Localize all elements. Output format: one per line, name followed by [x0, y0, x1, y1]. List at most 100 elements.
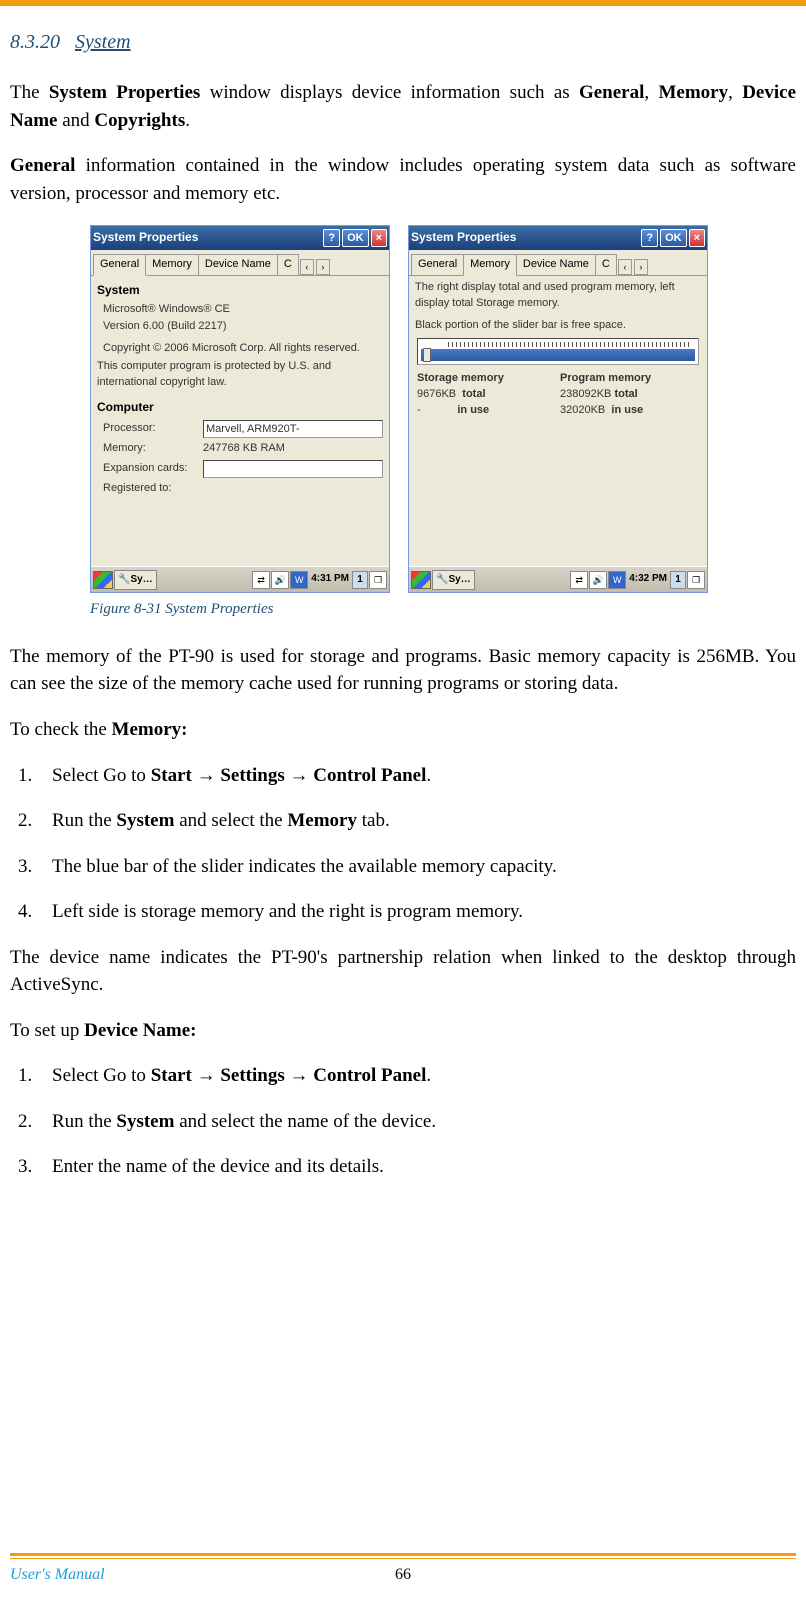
processor-value[interactable]: Marvell, ARM920T- [203, 420, 383, 438]
help-button[interactable]: ? [323, 229, 340, 247]
program-inuse-row: 32020KB in use [560, 403, 699, 419]
taskbar[interactable]: 🔧Sy… ⇄ 🔊 W 4:31 PM 1 ❐ [91, 566, 389, 592]
step-number: 1. [18, 1062, 32, 1090]
text: To set up [10, 1020, 84, 1041]
processor-label: Processor: [103, 421, 203, 437]
inuse-label: in use [611, 404, 643, 416]
arrow: → [285, 1065, 314, 1086]
expansion-label: Expansion cards: [103, 461, 203, 477]
tray-volume-icon[interactable]: 🔊 [589, 571, 607, 589]
tab-memory[interactable]: Memory [463, 254, 517, 276]
close-button[interactable]: × [689, 229, 705, 247]
figure-caption: Figure 8-31 System Properties [90, 599, 796, 621]
tab-copyrights[interactable]: C [277, 254, 299, 275]
start-button-icon[interactable] [93, 571, 113, 589]
total-label: total [462, 388, 485, 400]
tray-cascade-icon[interactable]: ❐ [687, 571, 705, 589]
slider-thumb[interactable] [423, 348, 431, 362]
step-2: 2. Run the System and select the Memory … [18, 807, 796, 835]
text-bold: Memory [658, 82, 728, 103]
ok-button[interactable]: OK [342, 229, 369, 247]
step-4: 4. Left side is storage memory and the r… [18, 898, 796, 926]
tab-general[interactable]: General [93, 254, 146, 276]
storage-inuse: - [417, 404, 421, 416]
footer-row: User's Manual 66 [10, 1563, 796, 1586]
tab-device-name[interactable]: Device Name [198, 254, 278, 275]
text: Select Go to [52, 1065, 151, 1086]
tab-memory[interactable]: Memory [145, 254, 199, 275]
tray-volume-icon[interactable]: 🔊 [271, 571, 289, 589]
tab-scroll-right-icon[interactable]: › [634, 259, 648, 275]
tab-device-name[interactable]: Device Name [516, 254, 596, 275]
text: Left side is storage memory and the righ… [52, 901, 523, 922]
tab-general[interactable]: General [411, 254, 464, 275]
step-number: 2. [18, 1108, 32, 1136]
storage-header: Storage memory [417, 371, 556, 387]
tray-network-icon[interactable]: ⇄ [570, 571, 588, 589]
text-bold: General [579, 82, 644, 103]
tab-copyrights[interactable]: C [595, 254, 617, 275]
arrow: → [285, 765, 314, 786]
text: Enter the name of the device and its det… [52, 1156, 384, 1177]
program-column: Program memory 238092KB total 32020KB in… [558, 371, 701, 419]
tray-word-icon[interactable]: W [290, 571, 308, 589]
memory-label: Memory: [103, 441, 203, 457]
expansion-dropdown[interactable] [203, 460, 383, 478]
system-properties-window-memory: System Properties ? OK × General Memory … [408, 225, 708, 593]
help-button[interactable]: ? [641, 229, 658, 247]
step-number: 1. [18, 762, 32, 790]
step-number: 3. [18, 1153, 32, 1181]
tray-desktop-number[interactable]: 1 [352, 571, 368, 589]
device-name-heading: To set up Device Name: [10, 1017, 796, 1045]
text-bold: General [10, 155, 75, 176]
step-number: 3. [18, 853, 32, 881]
text: Run the [52, 1111, 116, 1132]
window-title: System Properties [93, 229, 198, 246]
footer-page-number: 66 [395, 1563, 411, 1586]
close-button[interactable]: × [371, 229, 387, 247]
titlebar[interactable]: System Properties ? OK × [409, 226, 707, 250]
tab-scroll-left-icon[interactable]: ‹ [300, 259, 314, 275]
step-number: 4. [18, 898, 32, 926]
text: , [644, 82, 658, 103]
ok-button[interactable]: OK [660, 229, 687, 247]
tray-desktop-number[interactable]: 1 [670, 571, 686, 589]
taskbar-task[interactable]: 🔧Sy… [114, 570, 157, 590]
system-properties-window-general: System Properties ? OK × General Memory … [90, 225, 390, 593]
tray-cascade-icon[interactable]: ❐ [369, 571, 387, 589]
taskbar-task[interactable]: 🔧Sy… [432, 570, 475, 590]
step-3: 3. The blue bar of the slider indicates … [18, 853, 796, 881]
taskbar-clock[interactable]: 4:32 PM [627, 572, 669, 587]
text: The blue bar of the slider indicates the… [52, 856, 557, 877]
intro-paragraph-1: The System Properties window displays de… [10, 79, 796, 134]
screenshot-row: System Properties ? OK × General Memory … [90, 225, 796, 593]
footer-manual-label: User's Manual [10, 1563, 105, 1586]
arrow: → [192, 1065, 221, 1086]
tray-network-icon[interactable]: ⇄ [252, 571, 270, 589]
tray-word-icon[interactable]: W [608, 571, 626, 589]
titlebar[interactable]: System Properties ? OK × [91, 226, 389, 250]
program-total: 238092KB [560, 388, 611, 400]
text: . [426, 765, 431, 786]
tab-scroll-right-icon[interactable]: › [316, 259, 330, 275]
program-total-row: 238092KB total [560, 387, 699, 403]
taskbar-clock[interactable]: 4:31 PM [309, 572, 351, 587]
expansion-row: Expansion cards: [103, 460, 383, 478]
text: To check the [10, 719, 112, 740]
section-title: System [75, 31, 131, 53]
text: and [57, 110, 94, 131]
taskbar[interactable]: 🔧Sy… ⇄ 🔊 W 4:32 PM 1 ❐ [409, 566, 707, 592]
window-title: System Properties [411, 229, 516, 246]
tab-scroll-left-icon[interactable]: ‹ [618, 259, 632, 275]
text-bold: System [116, 810, 174, 831]
arrow: → [192, 765, 221, 786]
storage-inuse-row: - in use [417, 403, 556, 419]
memory-slider[interactable] [417, 338, 699, 365]
storage-total-row: 9676KB total [417, 387, 556, 403]
start-button-icon[interactable] [411, 571, 431, 589]
section-heading: 8.3.20 System [10, 28, 796, 57]
text-bold: Memory: [112, 719, 188, 740]
os-name: Microsoft® Windows® CE [103, 302, 383, 318]
text: . [426, 1065, 431, 1086]
top-border [0, 0, 806, 6]
